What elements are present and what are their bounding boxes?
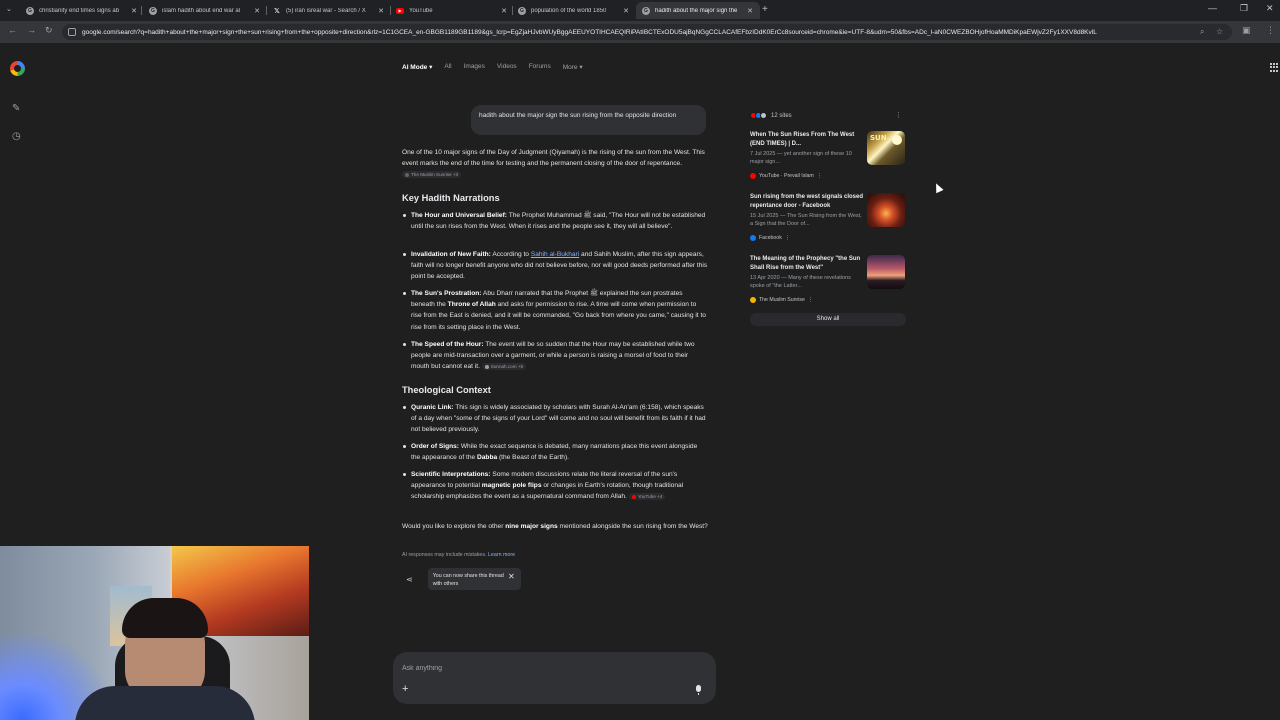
sahih-bukhari-link[interactable]: Sahih al-Bukhari	[531, 251, 579, 258]
maximize-icon[interactable]: ❐	[1240, 3, 1248, 14]
source-chip[interactable]: YouTube +4	[628, 493, 666, 501]
browser-tab[interactable]: G islam hadith about end war al ✕	[143, 2, 267, 19]
browser-toolbar: ← → ↻ google.com/search?q=hadith+about+t…	[0, 21, 1280, 43]
tab-title: hadith about the major sign the	[655, 7, 738, 14]
more-options-icon: ⋮	[784, 235, 790, 241]
google-icon: G	[642, 6, 650, 15]
x-icon: 𝕏	[274, 7, 280, 15]
extensions-icon[interactable]: ▣	[1242, 25, 1251, 36]
mouse-cursor	[932, 181, 944, 194]
minimize-icon[interactable]: —	[1208, 3, 1217, 13]
source-card[interactable]: The Meaning of the Prophecy "the Sun Sha…	[750, 255, 906, 307]
horizon-thumbnail	[867, 255, 905, 289]
tab-all[interactable]: All	[444, 63, 451, 71]
microphone-icon[interactable]	[696, 685, 701, 695]
tab-ai-mode[interactable]: AI Mode ▾	[402, 63, 432, 71]
tab-search-icon[interactable]: ⌄	[6, 5, 12, 13]
source-chip[interactable]: Sunnah.com +5	[481, 363, 527, 371]
section-heading: Key Hadith Narrations	[402, 193, 500, 203]
google-logo-icon[interactable]	[10, 61, 25, 76]
forward-icon[interactable]: →	[27, 25, 36, 35]
webcam-overlay	[0, 546, 309, 720]
source-chip[interactable]: The Muslim Sunrise +3	[402, 171, 462, 179]
tab-images[interactable]: Images	[464, 63, 485, 71]
bookmark-star-icon[interactable]: ☆	[1216, 27, 1223, 36]
close-tab-icon[interactable]: ✕	[746, 7, 754, 15]
close-tab-icon[interactable]: ✕	[500, 7, 508, 15]
tab-title: islam hadith about end war al	[162, 7, 241, 14]
tab-videos[interactable]: Videos	[497, 63, 517, 71]
browser-tab[interactable]: G population of the world 1850 ✕	[512, 2, 636, 19]
google-icon: G	[518, 6, 526, 15]
user-query-bubble: hadith about the major sign the sun risi…	[471, 105, 706, 135]
list-item: The Speed of the Hour: The event will be…	[402, 339, 708, 373]
answer-intro: One of the 10 major signs of the Day of …	[402, 149, 705, 179]
close-tab-icon[interactable]: ✕	[130, 7, 138, 15]
history-icon[interactable]: ◷	[12, 131, 21, 142]
sources-count: 12 sites	[771, 112, 792, 119]
address-bar[interactable]: google.com/search?q=hadith+about+the+maj…	[62, 24, 1232, 40]
sun-west-thumbnail: SUN	[867, 131, 905, 165]
share-toast: You can now share this thread with other…	[427, 568, 521, 590]
browser-tab[interactable]: G christianity end times signs ab ✕	[20, 2, 144, 19]
search-icon[interactable]: ⌕	[1200, 27, 1204, 37]
list-item: The Hour and Universal Belief: The Proph…	[402, 210, 708, 232]
new-thread-icon[interactable]: ✎	[12, 103, 20, 114]
more-options-icon[interactable]: ⋮	[895, 111, 902, 119]
source-card[interactable]: When The Sun Rises From The West (END TI…	[750, 131, 906, 183]
url-text[interactable]: google.com/search?q=hadith+about+the+maj…	[82, 29, 1192, 36]
ask-box: +	[393, 652, 716, 704]
menu-dots-icon[interactable]: ⋮	[1266, 25, 1275, 36]
list-item: Invalidation of New Faith: According to …	[402, 249, 708, 283]
list-item: The Sun's Prostration: Abu Dharr narrate…	[402, 288, 708, 333]
source-card[interactable]: Sun rising from the west signals closed …	[750, 193, 906, 245]
sources-header[interactable]: 12 sites	[750, 112, 792, 119]
site-icon	[760, 112, 767, 119]
tab-title: (5) iran isreal war - Search / X	[286, 7, 366, 14]
close-tab-icon[interactable]: ✕	[253, 7, 261, 15]
back-icon[interactable]: ←	[8, 25, 17, 35]
google-icon: G	[149, 6, 157, 15]
sunset-thumbnail	[867, 193, 905, 227]
browser-tab-active[interactable]: G hadith about the major sign the ✕	[636, 2, 760, 19]
google-icon: G	[26, 6, 34, 15]
ask-input[interactable]	[402, 661, 682, 675]
tab-title: christianity end times signs ab	[39, 7, 120, 14]
tab-strip: ⌄ G christianity end times signs ab ✕ G …	[0, 0, 1280, 21]
search-mode-tabs: AI Mode ▾ All Images Videos Forums More …	[402, 63, 583, 71]
list-item: Quranic Link: This sign is widely associ…	[402, 402, 708, 436]
section-heading: Theological Context	[402, 385, 491, 395]
add-attachment-icon[interactable]: +	[402, 683, 408, 695]
sources-panel: 12 sites ⋮ When The Sun Rises From The W…	[742, 106, 914, 332]
show-all-button[interactable]: Show all	[750, 313, 906, 326]
share-icon[interactable]: ⋖	[406, 575, 413, 584]
ai-disclaimer: AI responses may include mistakes. Learn…	[402, 552, 516, 558]
youtube-icon	[750, 173, 756, 179]
share-row: ⋖ You can now share this thread with oth…	[406, 568, 521, 590]
youtube-icon: ▶	[396, 7, 404, 14]
apps-grid-icon[interactable]	[1270, 63, 1279, 72]
learn-more-link[interactable]: Learn more	[488, 552, 515, 558]
more-options-icon: ⋮	[807, 297, 814, 303]
site-info-icon[interactable]	[68, 28, 76, 36]
close-tab-icon[interactable]: ✕	[622, 7, 630, 15]
follow-up-question: Would you like to explore the other nine…	[402, 523, 708, 530]
close-window-icon[interactable]: ✕	[1266, 3, 1274, 14]
browser-tab[interactable]: ▶ YouTube ✕	[390, 2, 514, 19]
list-item: Order of Signs: While the exact sequence…	[402, 441, 708, 463]
tab-more[interactable]: More ▾	[563, 63, 583, 71]
more-options-icon: ⋮	[816, 173, 822, 179]
reload-icon[interactable]: ↻	[45, 25, 53, 36]
new-tab-button[interactable]: +	[762, 4, 768, 15]
facebook-icon	[750, 235, 756, 241]
muslim-sunrise-icon	[750, 297, 756, 303]
tab-title: population of the world 1850	[531, 7, 607, 14]
tab-title: YouTube	[409, 7, 433, 14]
close-tab-icon[interactable]: ✕	[377, 7, 385, 15]
browser-tab[interactable]: 𝕏 (5) iran isreal war - Search / X ✕	[267, 2, 391, 19]
close-icon[interactable]: ✕	[508, 573, 515, 581]
tab-forums[interactable]: Forums	[529, 63, 551, 71]
list-item: Scientific Interpretations: Some modern …	[402, 469, 708, 503]
